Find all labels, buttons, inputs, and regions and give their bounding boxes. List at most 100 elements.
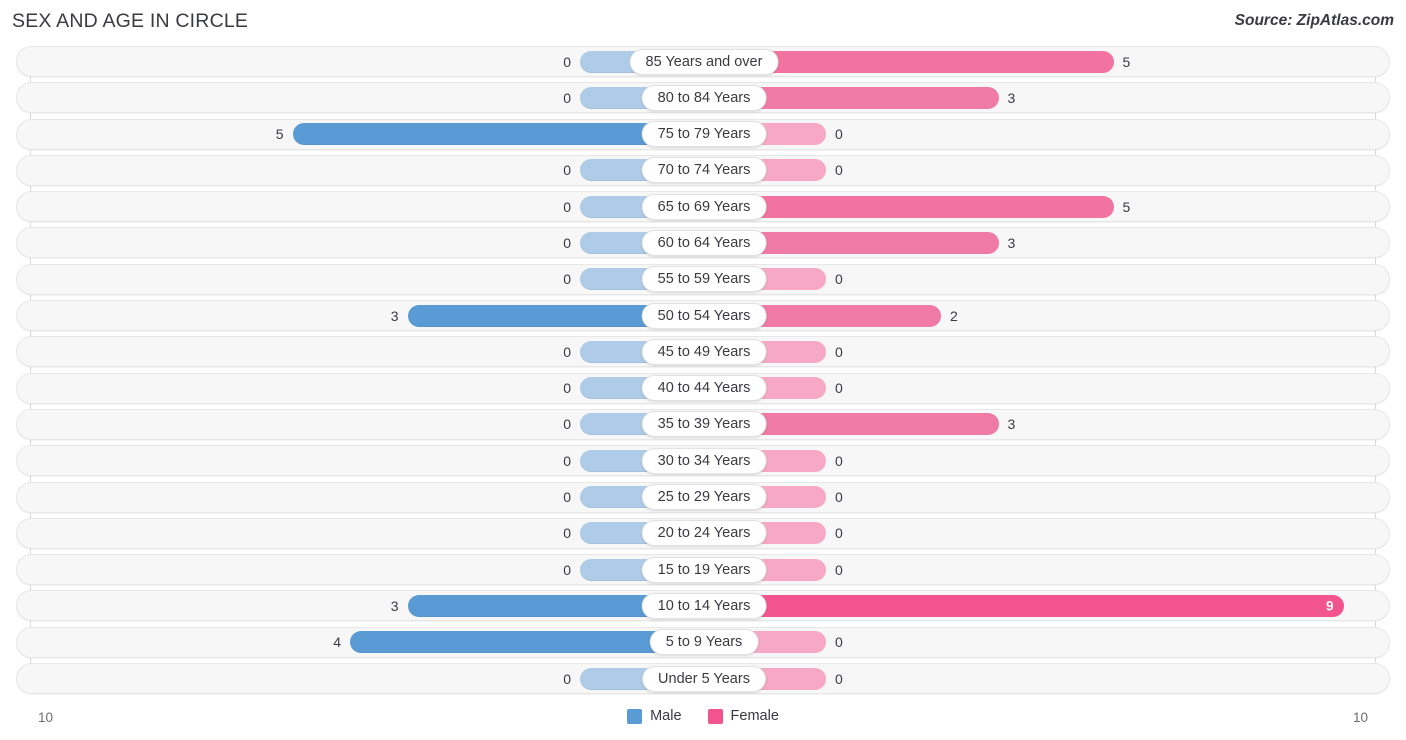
female-value-label: 2 <box>950 307 958 324</box>
male-value-label: 0 <box>563 452 571 469</box>
male-value-label: 0 <box>563 234 571 251</box>
male-value-label: 0 <box>563 271 571 288</box>
male-value-label: 0 <box>563 53 571 70</box>
female-swatch <box>707 709 723 724</box>
female-value-label: 0 <box>835 634 843 651</box>
age-group-label: 40 to 44 Years <box>641 375 767 402</box>
row-track: 0 5 85 Years and over <box>17 47 1389 76</box>
female-value-label: 0 <box>835 162 843 179</box>
table-row[interactable]: 0 0 55 to 59 Years <box>16 263 1390 295</box>
row-track: 0 0 Under 5 Years <box>17 664 1389 693</box>
age-group-label: 80 to 84 Years <box>641 84 767 111</box>
female-value-label: 0 <box>835 452 843 469</box>
table-row[interactable]: 0 0 70 to 74 Years <box>16 154 1390 186</box>
female-value-label: 0 <box>835 343 843 360</box>
table-row[interactable]: 0 0 40 to 44 Years <box>16 372 1390 404</box>
age-group-label: 5 to 9 Years <box>649 629 759 656</box>
legend-item[interactable]: Male <box>627 708 682 725</box>
legend-label: Female <box>730 708 779 725</box>
age-group-label: 35 to 39 Years <box>641 411 767 438</box>
male-value-label: 5 <box>275 126 284 143</box>
row-track: 0 0 20 to 24 Years <box>17 519 1389 548</box>
age-group-label: 30 to 34 Years <box>641 447 767 474</box>
age-group-label: 15 to 19 Years <box>641 556 767 583</box>
female-value-label: 0 <box>835 489 843 506</box>
male-swatch <box>627 709 643 724</box>
row-track: 3 9 10 to 14 Years <box>17 591 1389 620</box>
male-bar[interactable] <box>292 123 702 146</box>
chart-page: SEX AND AGE IN CIRCLE Source: ZipAtlas.c… <box>0 0 1406 740</box>
age-group-label: 55 to 59 Years <box>641 266 767 293</box>
row-track: 0 0 70 to 74 Years <box>17 156 1389 185</box>
table-row[interactable]: 5 0 75 to 79 Years <box>16 118 1390 150</box>
table-row[interactable]: 0 5 85 Years and over <box>16 46 1390 77</box>
table-row[interactable]: 3 2 50 to 54 Years <box>16 300 1390 332</box>
age-group-label: 20 to 24 Years <box>641 520 767 547</box>
female-value-label: 0 <box>835 271 843 288</box>
female-value-label: 3 <box>1007 234 1016 251</box>
age-group-label: Under 5 Years <box>642 665 766 692</box>
female-value-label: 3 <box>1007 416 1016 433</box>
age-group-label: 25 to 29 Years <box>641 484 767 511</box>
table-row[interactable]: 0 5 65 to 69 Years <box>16 191 1390 223</box>
table-row[interactable]: 3 9 10 to 14 Years <box>16 590 1390 622</box>
male-value-label: 0 <box>563 489 571 506</box>
row-track: 0 0 55 to 59 Years <box>17 265 1389 294</box>
age-group-label: 65 to 69 Years <box>641 193 767 220</box>
male-value-label: 0 <box>563 670 571 687</box>
female-value-label: 5 <box>1122 53 1131 70</box>
row-track: 5 0 75 to 79 Years <box>17 120 1389 149</box>
male-value-label: 0 <box>563 416 571 433</box>
age-group-label: 75 to 79 Years <box>641 121 767 148</box>
male-value-label: 0 <box>563 89 571 106</box>
table-row[interactable]: 0 3 35 to 39 Years <box>16 408 1390 440</box>
row-track: 0 3 80 to 84 Years <box>17 83 1389 112</box>
female-value-label: 0 <box>835 380 843 397</box>
male-value-label: 0 <box>563 525 571 542</box>
age-group-label: 60 to 64 Years <box>641 229 767 256</box>
source-attribution: Source: ZipAtlas.com <box>1234 12 1394 29</box>
table-row[interactable]: 0 0 20 to 24 Years <box>16 517 1390 549</box>
male-value-label: 0 <box>563 561 571 578</box>
chart-plot-area: 0 5 85 Years and over 0 3 80 to 84 Years 5 0 75 … <box>0 46 1406 703</box>
row-track: 3 2 50 to 54 Years <box>17 301 1389 330</box>
table-row[interactable]: 0 0 Under 5 Years <box>16 663 1390 695</box>
page-title: SEX AND AGE IN CIRCLE <box>12 10 249 32</box>
row-track: 0 0 15 to 19 Years <box>17 555 1389 584</box>
row-track: 0 0 30 to 34 Years <box>17 446 1389 475</box>
legend-label: Male <box>650 708 682 725</box>
table-row[interactable]: 4 0 5 to 9 Years <box>16 626 1390 658</box>
male-value-label: 0 <box>563 380 571 397</box>
female-value-label: 9 <box>1325 598 1334 614</box>
age-group-label: 10 to 14 Years <box>641 592 767 619</box>
age-group-rows: 0 5 85 Years and over 0 3 80 to 84 Years 5 0 75 … <box>0 46 1406 699</box>
row-track: 0 3 60 to 64 Years <box>17 228 1389 257</box>
table-row[interactable]: 0 0 45 to 49 Years <box>16 336 1390 368</box>
male-value-label: 4 <box>333 634 341 651</box>
row-track: 4 0 5 to 9 Years <box>17 628 1389 657</box>
row-track: 0 0 40 to 44 Years <box>17 374 1389 403</box>
legend-item[interactable]: Female <box>707 708 779 725</box>
row-track: 0 5 65 to 69 Years <box>17 192 1389 221</box>
female-bar[interactable]: 9 <box>704 594 1344 617</box>
male-value-label: 3 <box>390 307 399 324</box>
male-value-label: 0 <box>563 198 571 215</box>
chart-footer: 10 10 Male Female <box>0 703 1406 740</box>
female-value-label: 5 <box>1122 198 1131 215</box>
table-row[interactable]: 0 3 80 to 84 Years <box>16 82 1390 114</box>
male-value-label: 0 <box>563 162 571 179</box>
table-row[interactable]: 0 0 30 to 34 Years <box>16 445 1390 477</box>
age-group-label: 85 Years and over <box>629 48 779 75</box>
male-value-label: 3 <box>390 597 399 614</box>
table-row[interactable]: 0 3 60 to 64 Years <box>16 227 1390 259</box>
chart-legend: Male Female <box>0 709 1406 724</box>
age-group-label: 45 to 49 Years <box>641 338 767 365</box>
row-track: 0 0 25 to 29 Years <box>17 483 1389 512</box>
age-group-label: 70 to 74 Years <box>641 157 767 184</box>
female-value-label: 0 <box>835 561 843 578</box>
table-row[interactable]: 0 0 15 to 19 Years <box>16 554 1390 586</box>
row-track: 0 3 35 to 39 Years <box>17 410 1389 439</box>
female-value-label: 0 <box>835 670 843 687</box>
age-group-label: 50 to 54 Years <box>641 302 767 329</box>
table-row[interactable]: 0 0 25 to 29 Years <box>16 481 1390 513</box>
